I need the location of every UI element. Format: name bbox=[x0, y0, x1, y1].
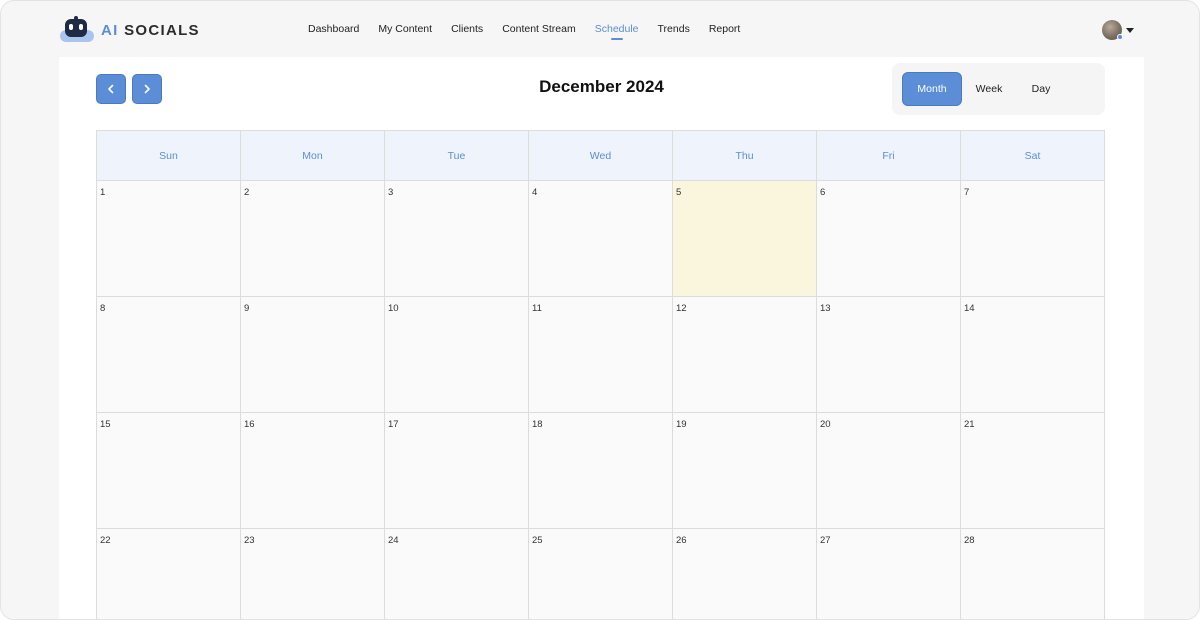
logo-suffix: SOCIALS bbox=[118, 21, 200, 39]
caret-down-icon[interactable] bbox=[1126, 27, 1134, 33]
day-cell[interactable]: 14 bbox=[961, 297, 1105, 413]
day-number: 17 bbox=[388, 419, 399, 430]
day-cell[interactable]: 16 bbox=[241, 413, 385, 529]
day-cell[interactable]: 21 bbox=[961, 413, 1105, 529]
online-status-dot bbox=[1117, 34, 1123, 40]
day-number: 11 bbox=[532, 303, 542, 314]
day-number: 24 bbox=[388, 535, 399, 546]
nav-content-stream[interactable]: Content Stream bbox=[502, 1, 576, 57]
day-cell-today[interactable]: 5 bbox=[673, 181, 817, 297]
view-month-button[interactable]: Month bbox=[902, 72, 962, 106]
day-cell[interactable]: 9 bbox=[241, 297, 385, 413]
app-window: AI SOCIALS Dashboard My Content Clients … bbox=[0, 0, 1200, 620]
day-number: 3 bbox=[388, 187, 394, 198]
user-menu[interactable] bbox=[1102, 19, 1134, 41]
day-cell[interactable]: 17 bbox=[385, 413, 529, 529]
app-logo[interactable]: AI SOCIALS bbox=[59, 16, 200, 44]
day-number: 23 bbox=[244, 535, 255, 546]
view-switcher: Month Week Day bbox=[892, 63, 1105, 115]
day-cell[interactable]: 19 bbox=[673, 413, 817, 529]
day-cell[interactable]: 15 bbox=[97, 413, 241, 529]
day-number: 1 bbox=[100, 187, 106, 198]
logo-prefix: AI bbox=[101, 21, 119, 39]
day-number: 21 bbox=[964, 419, 975, 430]
nav-clients[interactable]: Clients bbox=[451, 1, 483, 57]
day-number: 28 bbox=[964, 535, 975, 546]
day-cell[interactable]: 18 bbox=[529, 413, 673, 529]
weekday-header: Fri bbox=[817, 131, 961, 181]
day-number: 13 bbox=[820, 303, 831, 314]
day-number: 25 bbox=[532, 535, 543, 546]
weekday-header: Sun bbox=[97, 131, 241, 181]
logo-wordmark: AI SOCIALS bbox=[101, 22, 200, 39]
day-number: 18 bbox=[532, 419, 543, 430]
week-row: 8 9 10 11 12 13 14 bbox=[97, 297, 1105, 413]
day-cell[interactable]: 13 bbox=[817, 297, 961, 413]
weekday-header-row: Sun Mon Tue Wed Thu Fri Sat bbox=[97, 131, 1105, 181]
calendar-panel: December 2024 Month Week Day Sun Mon Tue… bbox=[59, 57, 1144, 619]
nav-dashboard[interactable]: Dashboard bbox=[308, 1, 359, 57]
day-cell[interactable]: 22 bbox=[97, 529, 241, 619]
day-cell[interactable]: 7 bbox=[961, 181, 1105, 297]
nav-schedule[interactable]: Schedule bbox=[595, 1, 639, 57]
day-number: 9 bbox=[244, 303, 250, 314]
day-number: 14 bbox=[964, 303, 975, 314]
day-number: 10 bbox=[388, 303, 399, 314]
robot-logo-icon bbox=[60, 16, 94, 42]
day-cell[interactable]: 27 bbox=[817, 529, 961, 619]
weekday-header: Mon bbox=[241, 131, 385, 181]
day-cell[interactable]: 2 bbox=[241, 181, 385, 297]
day-number: 27 bbox=[820, 535, 831, 546]
weekday-header: Thu bbox=[673, 131, 817, 181]
week-row: 22 23 24 25 26 27 28 bbox=[97, 529, 1105, 619]
weekday-header: Wed bbox=[529, 131, 673, 181]
day-cell[interactable]: 20 bbox=[817, 413, 961, 529]
day-cell[interactable]: 4 bbox=[529, 181, 673, 297]
day-number: 22 bbox=[100, 535, 111, 546]
week-row: 1 2 3 4 5 6 7 bbox=[97, 181, 1105, 297]
day-number: 7 bbox=[964, 187, 970, 198]
day-cell[interactable]: 1 bbox=[97, 181, 241, 297]
top-navigation-bar: AI SOCIALS Dashboard My Content Clients … bbox=[1, 1, 1199, 57]
day-cell[interactable]: 8 bbox=[97, 297, 241, 413]
day-number: 2 bbox=[244, 187, 250, 198]
day-number: 19 bbox=[676, 419, 687, 430]
weekday-header: Tue bbox=[385, 131, 529, 181]
day-cell[interactable]: 24 bbox=[385, 529, 529, 619]
view-day-button[interactable]: Day bbox=[1020, 72, 1062, 106]
weekday-header: Sat bbox=[961, 131, 1105, 181]
nav-report[interactable]: Report bbox=[709, 1, 741, 57]
day-cell[interactable]: 3 bbox=[385, 181, 529, 297]
day-cell[interactable]: 10 bbox=[385, 297, 529, 413]
day-cell[interactable]: 28 bbox=[961, 529, 1105, 619]
day-number: 5 bbox=[676, 187, 682, 198]
day-number: 26 bbox=[676, 535, 687, 546]
user-avatar[interactable] bbox=[1102, 20, 1123, 40]
day-cell[interactable]: 25 bbox=[529, 529, 673, 619]
day-cell[interactable]: 11 bbox=[529, 297, 673, 413]
day-number: 6 bbox=[820, 187, 826, 198]
day-number: 12 bbox=[676, 303, 687, 314]
view-week-button[interactable]: Week bbox=[968, 72, 1010, 106]
day-number: 4 bbox=[532, 187, 538, 198]
calendar-grid: Sun Mon Tue Wed Thu Fri Sat 1 2 3 4 5 6 … bbox=[96, 130, 1105, 619]
day-number: 8 bbox=[100, 303, 106, 314]
day-number: 20 bbox=[820, 419, 831, 430]
day-cell[interactable]: 6 bbox=[817, 181, 961, 297]
day-cell[interactable]: 12 bbox=[673, 297, 817, 413]
nav-my-content[interactable]: My Content bbox=[378, 1, 432, 57]
day-number: 16 bbox=[244, 419, 255, 430]
day-cell[interactable]: 23 bbox=[241, 529, 385, 619]
week-row: 15 16 17 18 19 20 21 bbox=[97, 413, 1105, 529]
nav-trends[interactable]: Trends bbox=[658, 1, 690, 57]
main-nav: Dashboard My Content Clients Content Str… bbox=[308, 1, 740, 57]
day-number: 15 bbox=[100, 419, 111, 430]
day-cell[interactable]: 26 bbox=[673, 529, 817, 619]
